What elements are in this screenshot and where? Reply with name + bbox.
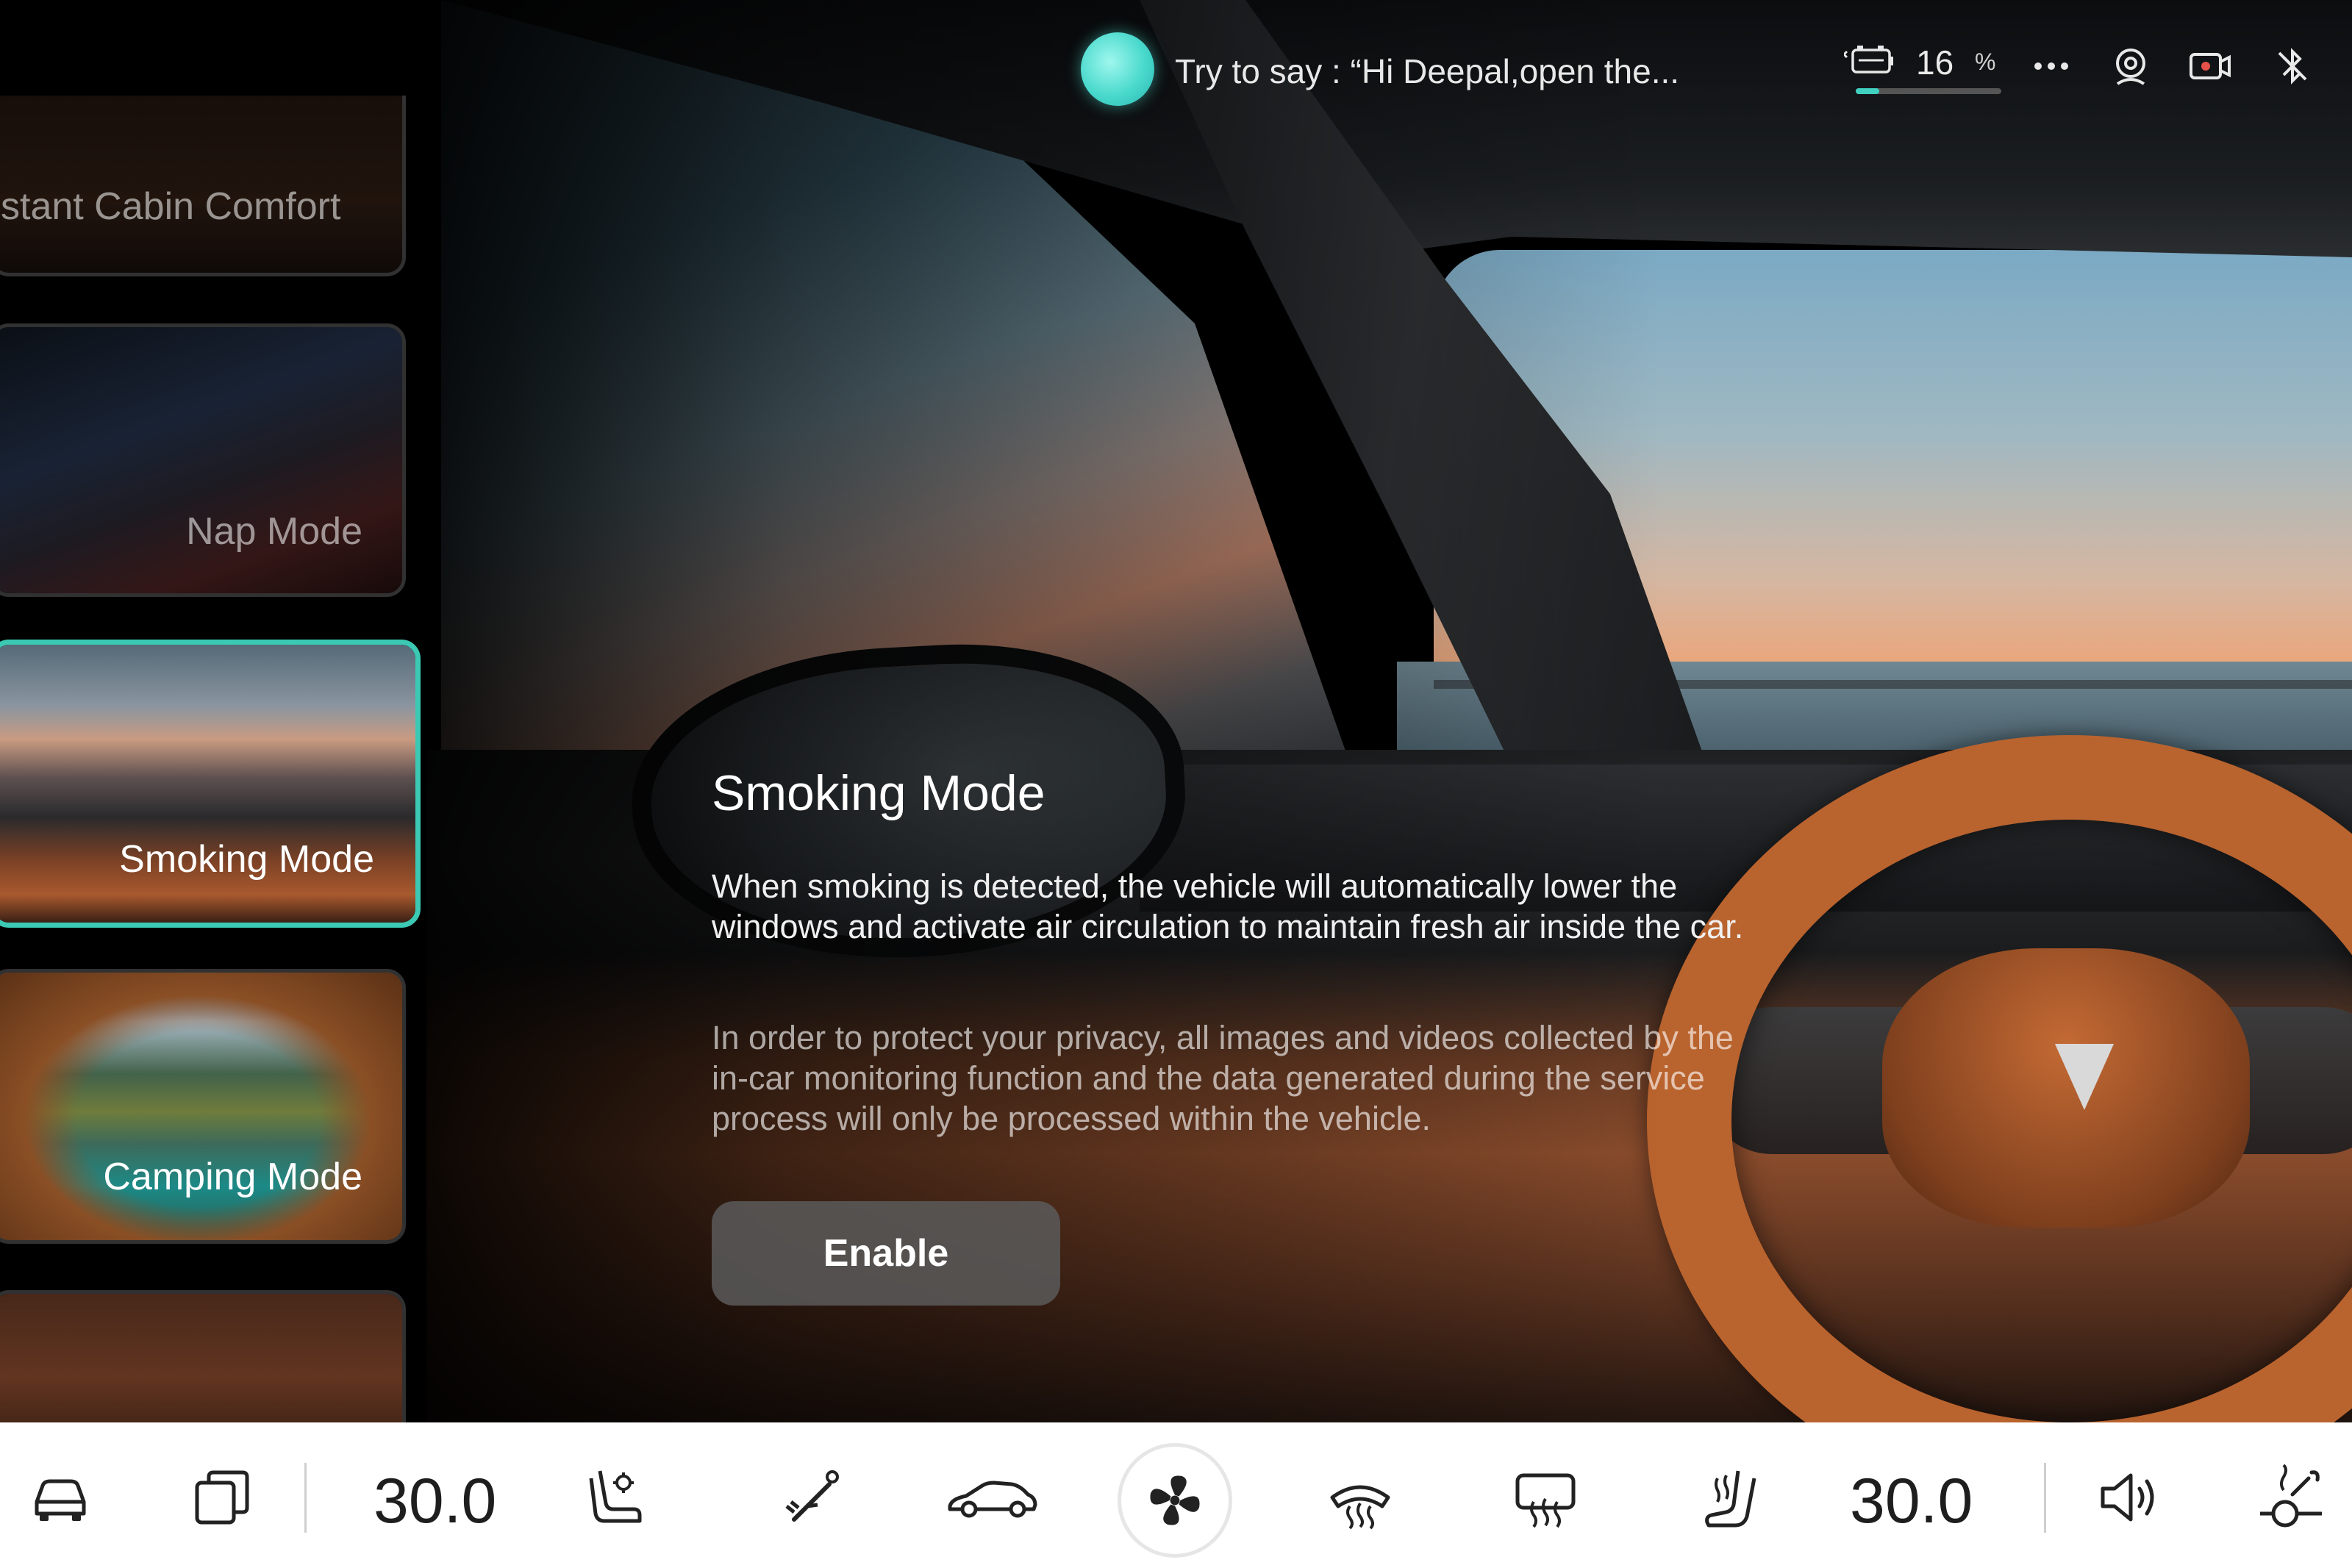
enable-button[interactable]: Enable bbox=[712, 1201, 1060, 1306]
climate-dock: 30.0 30.0 bbox=[0, 1422, 2352, 1568]
bluetooth-off-icon[interactable] bbox=[2269, 43, 2316, 90]
steering-heat-icon[interactable] bbox=[2254, 1461, 2328, 1534]
mode-description: When smoking is detected, the vehicle wi… bbox=[712, 867, 1744, 945]
mode-card-label: Nap Mode bbox=[186, 510, 362, 553]
car-icon[interactable] bbox=[24, 1461, 97, 1534]
battery-percent-unit: % bbox=[1975, 49, 1996, 75]
camera-user-icon[interactable] bbox=[2107, 43, 2154, 90]
tent-frame bbox=[0, 973, 402, 1240]
seat-heat-icon[interactable] bbox=[1695, 1461, 1769, 1534]
battery-level-bar bbox=[1856, 88, 2001, 94]
front-defrost-icon[interactable] bbox=[1323, 1461, 1397, 1534]
voice-assistant-orb[interactable] bbox=[1081, 32, 1154, 106]
more-icon[interactable] bbox=[2028, 43, 2075, 90]
mode-card-label: stant Cabin Comfort bbox=[1, 185, 341, 228]
multi-window-icon[interactable] bbox=[185, 1461, 259, 1534]
mode-card-smoking-mode[interactable]: Smoking Mode bbox=[0, 640, 421, 928]
wiper-icon[interactable] bbox=[772, 1461, 846, 1534]
battery-icon bbox=[1844, 46, 1893, 74]
car-profile-icon[interactable] bbox=[944, 1461, 1040, 1534]
mode-card-instant-cabin-comfort[interactable]: stant Cabin Comfort bbox=[0, 96, 406, 276]
battery-percent-value: 16 bbox=[1916, 43, 1954, 82]
voice-hint-text: Try to say : “Hi Deepal,open the... bbox=[1175, 52, 1680, 90]
mode-list: stant Cabin Comfort Nap Mode Smoking Mod… bbox=[0, 0, 426, 1422]
fan-icon bbox=[1150, 1475, 1200, 1525]
mode-card-thumbnail bbox=[0, 1294, 402, 1422]
battery-level-fill bbox=[1856, 88, 1879, 94]
dock-divider bbox=[2044, 1463, 2046, 1533]
seat-ventilation-icon[interactable] bbox=[581, 1461, 654, 1534]
record-icon[interactable] bbox=[2187, 43, 2234, 90]
mode-card-label: Smoking Mode bbox=[119, 838, 374, 881]
volume-icon[interactable] bbox=[2092, 1461, 2166, 1534]
left-temperature[interactable]: 30.0 bbox=[373, 1465, 496, 1538]
mode-title: Smoking Mode bbox=[712, 765, 1045, 821]
right-temperature[interactable]: 30.0 bbox=[1850, 1465, 1973, 1538]
dock-divider bbox=[304, 1463, 307, 1533]
mode-card-label: Camping Mode bbox=[103, 1156, 362, 1198]
mode-card-partial[interactable] bbox=[0, 1290, 406, 1422]
privacy-note: In order to protect your privacy, all im… bbox=[712, 1019, 1734, 1137]
mode-card-camping-mode[interactable]: Camping Mode bbox=[0, 969, 406, 1244]
mode-card-nap-mode[interactable]: Nap Mode bbox=[0, 323, 406, 597]
fan-button[interactable] bbox=[1118, 1443, 1232, 1558]
brand-logo-icon bbox=[2055, 1044, 2114, 1110]
rear-defrost-icon[interactable] bbox=[1509, 1461, 1582, 1534]
